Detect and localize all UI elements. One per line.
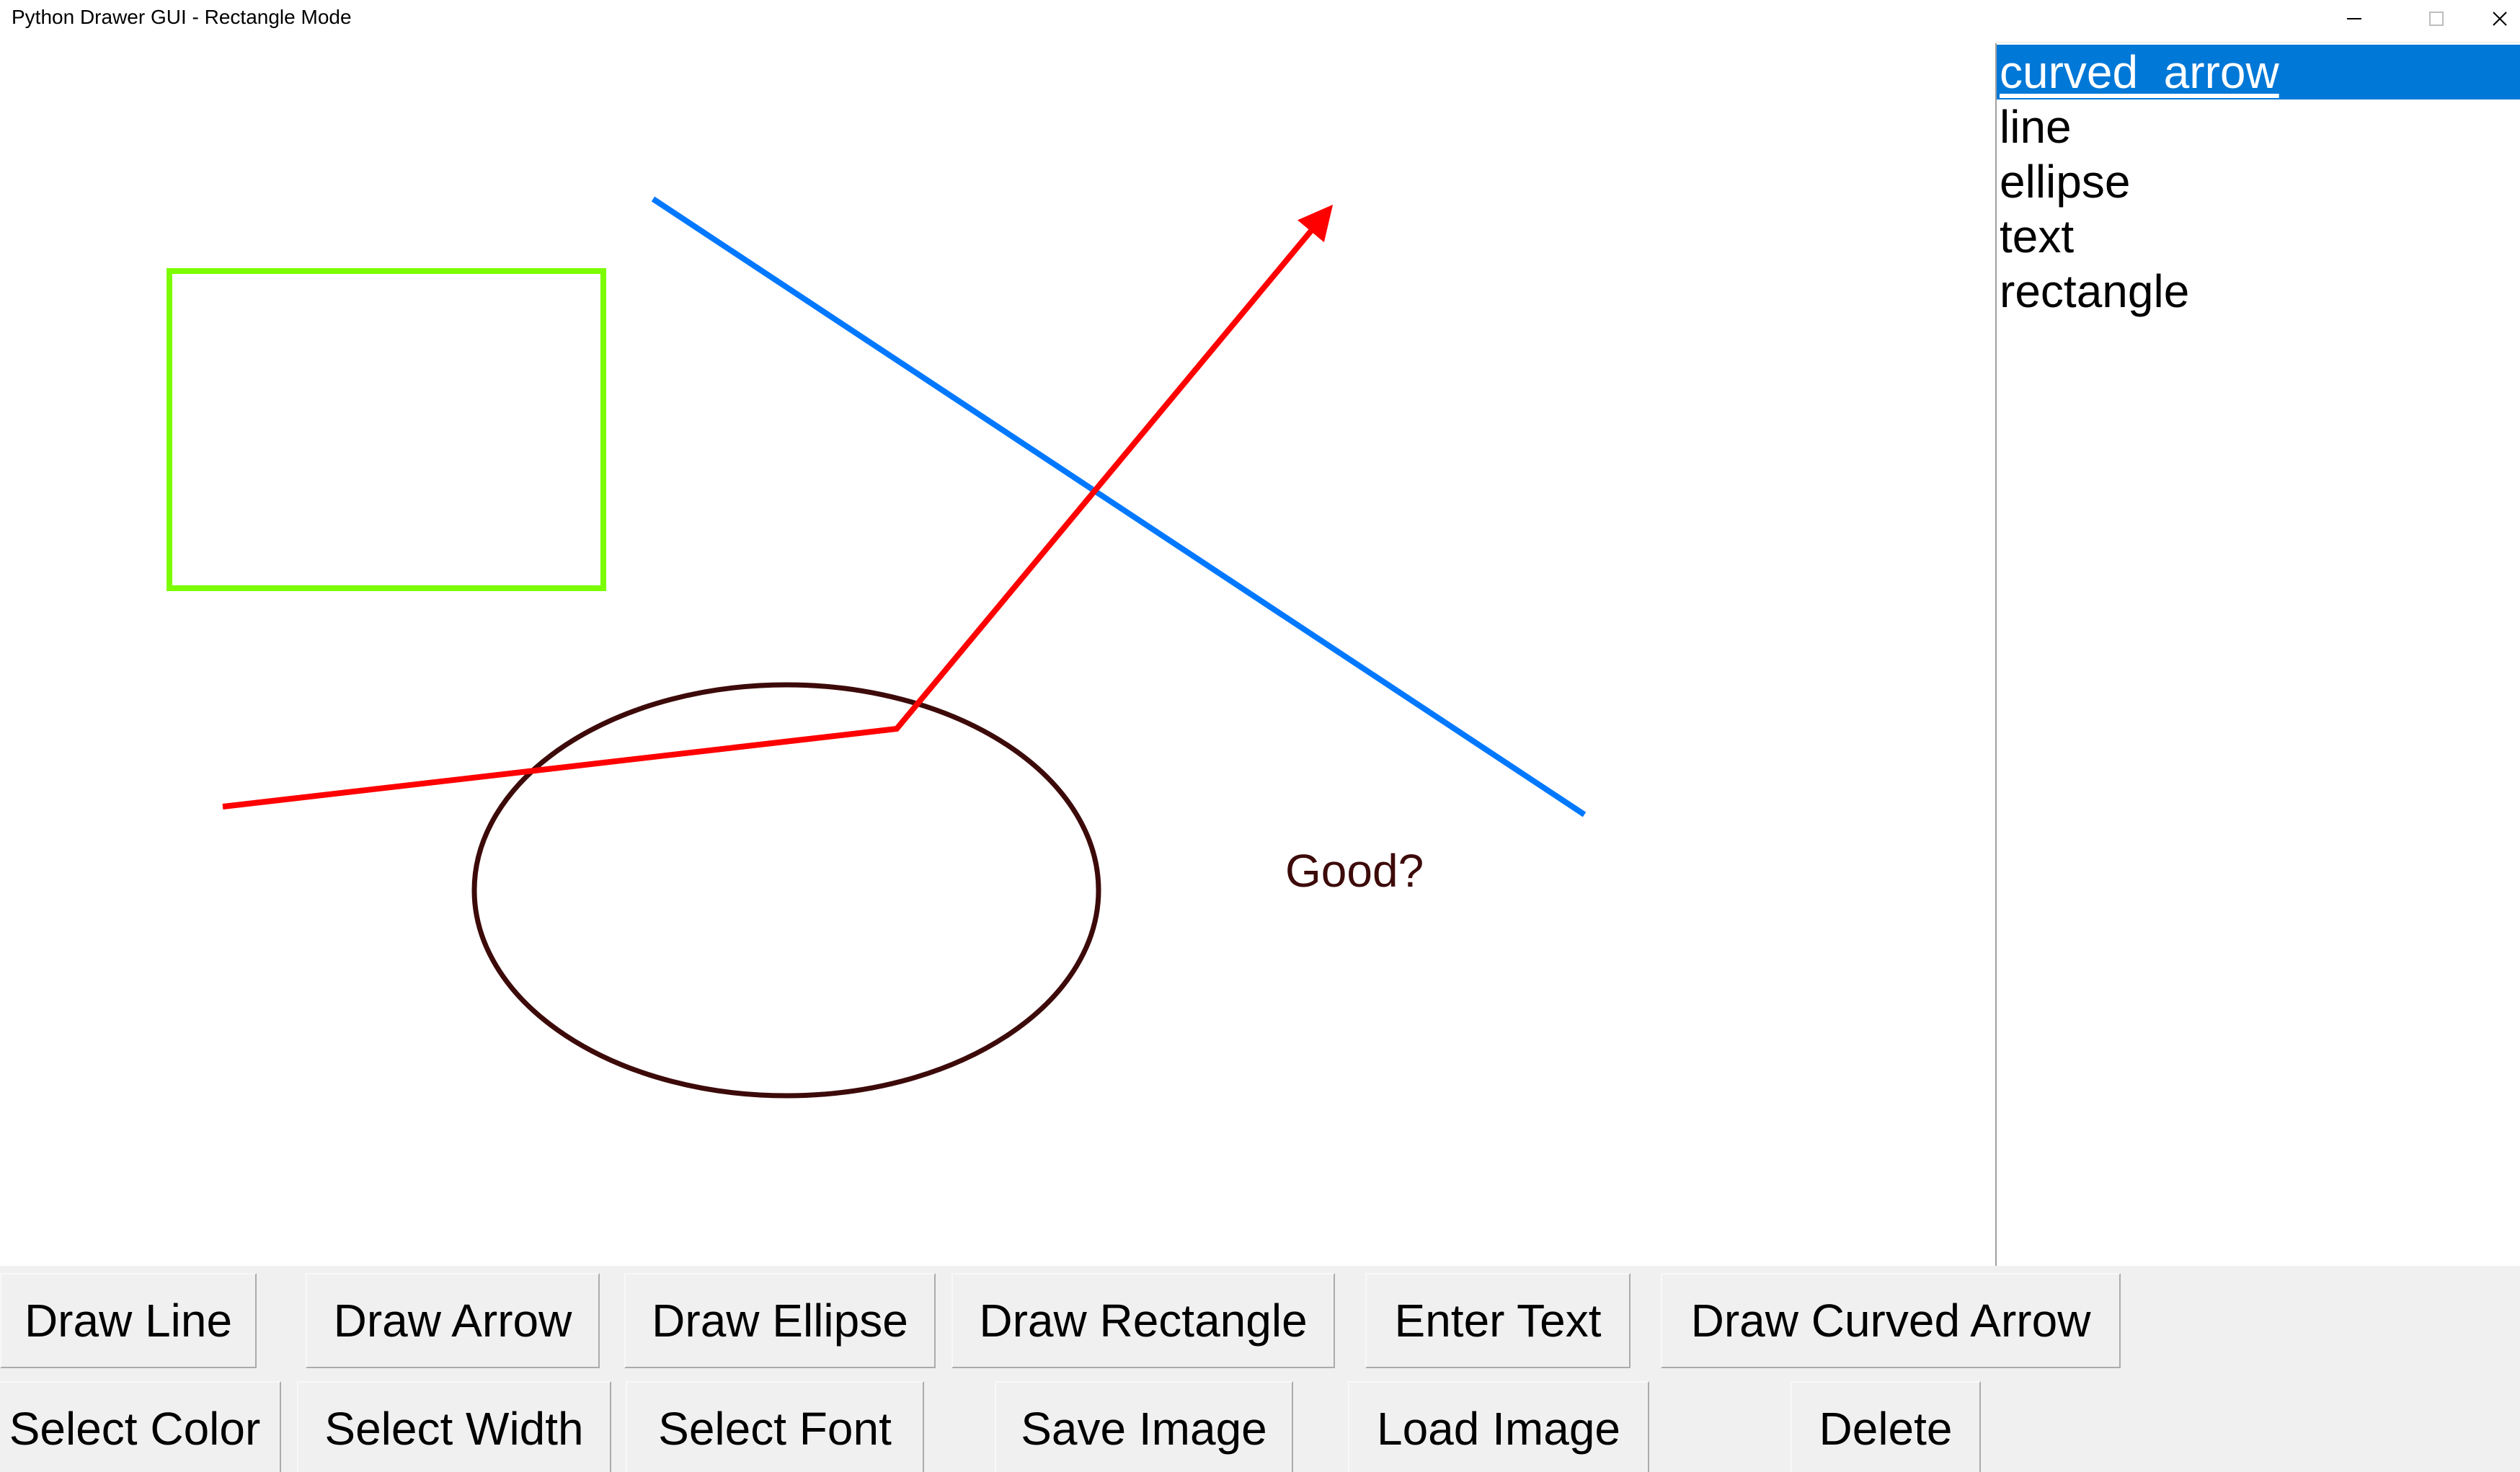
shape-list-item-label: curved arrow bbox=[2000, 46, 2279, 98]
shape-list-item-curved-arrow[interactable]: curved arrow bbox=[1997, 45, 2520, 99]
canvas-ellipse[interactable] bbox=[471, 682, 1101, 1099]
select-color-button[interactable]: Select Color bbox=[0, 1381, 281, 1472]
toolbar: Draw Line Draw Arrow Draw Ellipse Draw R… bbox=[0, 1266, 2520, 1472]
enter-text-button[interactable]: Enter Text bbox=[1365, 1273, 1631, 1368]
shape-list-item-label: ellipse bbox=[2000, 156, 2131, 208]
window-title: Python Drawer GUI - Rectangle Mode bbox=[12, 6, 352, 28]
delete-button[interactable]: Delete bbox=[1791, 1381, 1981, 1472]
shape-list-item-text[interactable]: text bbox=[1997, 209, 2520, 264]
shape-list-item-line[interactable]: line bbox=[1997, 99, 2520, 154]
shape-list-item-label: rectangle bbox=[2000, 265, 2190, 317]
canvas-line[interactable] bbox=[651, 196, 1587, 817]
draw-ellipse-button[interactable]: Draw Ellipse bbox=[624, 1273, 936, 1368]
draw-curved-arrow-button[interactable]: Draw Curved Arrow bbox=[1661, 1273, 2121, 1368]
canvas-rectangle[interactable] bbox=[167, 268, 606, 591]
draw-line-button[interactable]: Draw Line bbox=[0, 1273, 257, 1368]
canvas-curved-arrow[interactable] bbox=[222, 204, 1334, 810]
close-icon bbox=[2493, 12, 2507, 26]
shape-list-item-label: text bbox=[2000, 210, 2075, 262]
shape-list[interactable]: curved arrow line ellipse text rectangle bbox=[1995, 43, 2520, 1266]
load-image-button[interactable]: Load Image bbox=[1348, 1381, 1649, 1472]
minimize-button[interactable] bbox=[2318, 0, 2390, 37]
maximize-icon bbox=[2429, 12, 2444, 26]
canvas-text[interactable]: Good? bbox=[1285, 839, 1424, 903]
save-image-button[interactable]: Save Image bbox=[995, 1381, 1293, 1472]
drawing-canvas[interactable]: Good? bbox=[0, 42, 1995, 1266]
minimize-icon bbox=[2347, 18, 2361, 19]
draw-rectangle-button[interactable]: Draw Rectangle bbox=[951, 1273, 1335, 1368]
draw-arrow-button[interactable]: Draw Arrow bbox=[306, 1273, 600, 1368]
canvas-drawing-layer bbox=[167, 196, 1587, 1099]
shape-list-item-label: line bbox=[2000, 101, 2072, 153]
app-window: Python Drawer GUI - Rectangle Mode Good?… bbox=[0, 0, 2520, 1472]
close-button[interactable] bbox=[2480, 0, 2520, 37]
shape-list-item-ellipse[interactable]: ellipse bbox=[1997, 154, 2520, 209]
shape-list-item-rectangle[interactable]: rectangle bbox=[1997, 264, 2520, 319]
select-width-button[interactable]: Select Width bbox=[297, 1381, 611, 1472]
maximize-button[interactable] bbox=[2400, 0, 2472, 37]
title-bar: Python Drawer GUI - Rectangle Mode bbox=[0, 0, 2520, 43]
select-font-button[interactable]: Select Font bbox=[626, 1381, 924, 1472]
